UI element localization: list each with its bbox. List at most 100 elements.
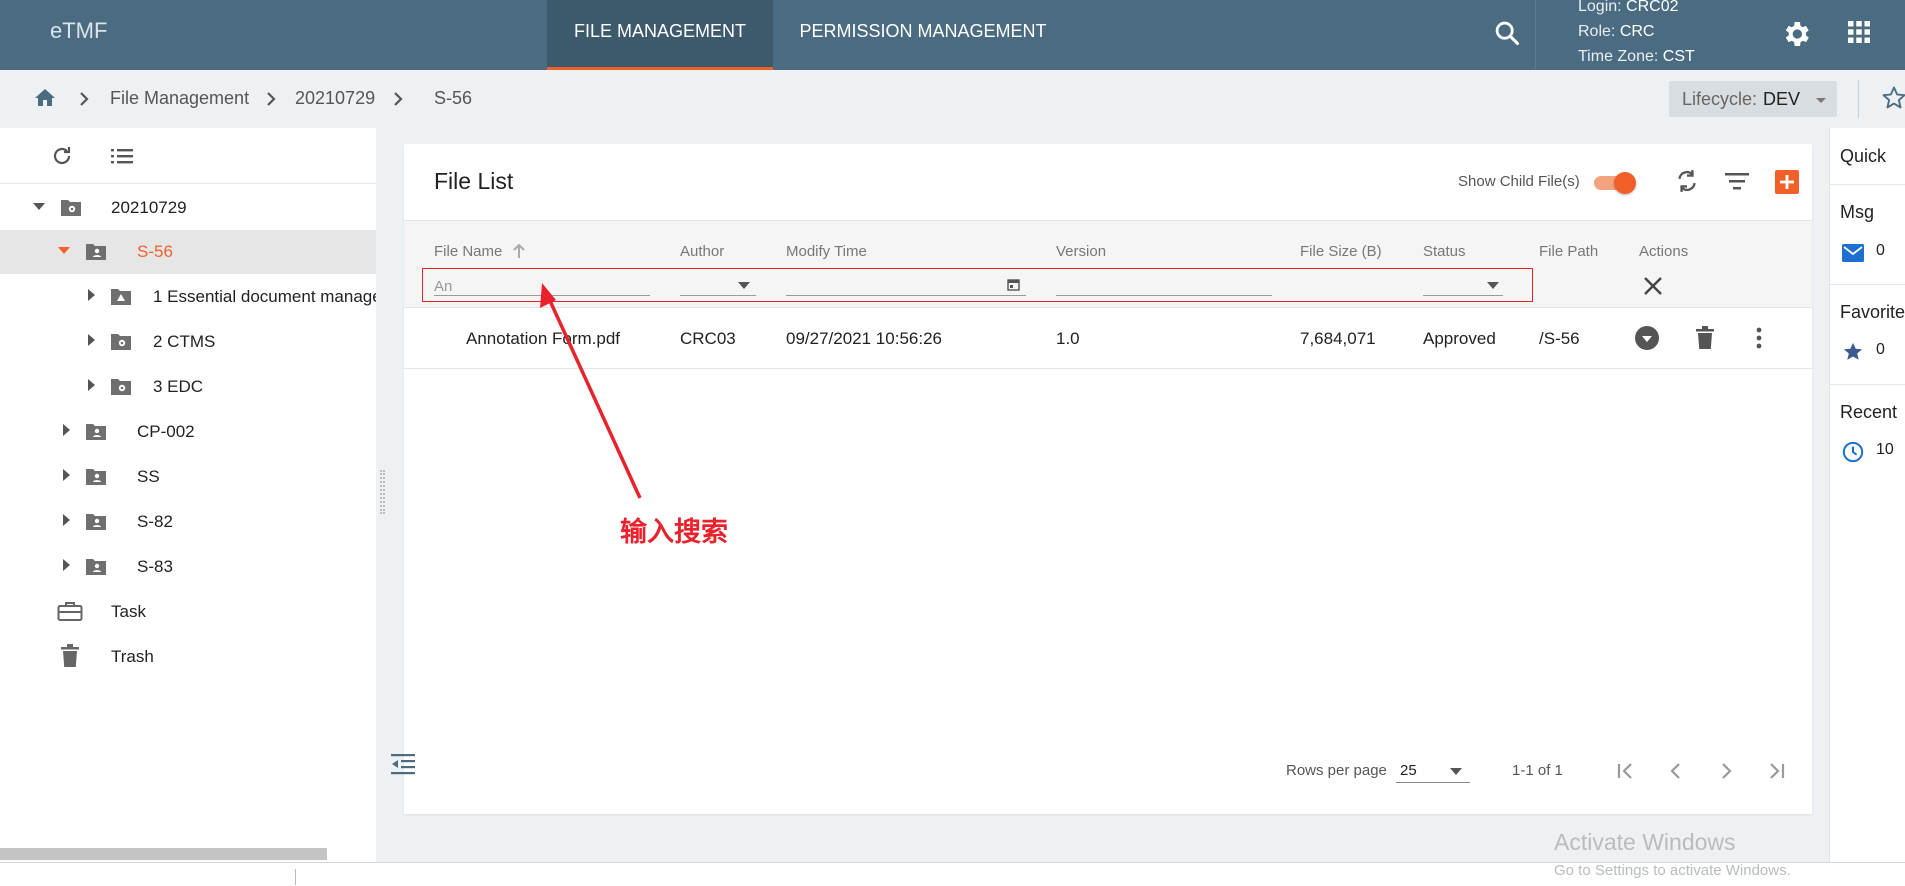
column-header-file-name[interactable]: File Name (434, 243, 525, 260)
folder-gear-icon (110, 331, 132, 351)
first-page-icon[interactable] (1614, 759, 1638, 783)
role-label: Role: (1578, 23, 1616, 40)
folder-person-icon (85, 466, 107, 486)
tree-item-trash[interactable]: Trash (0, 635, 376, 679)
caret-down-icon[interactable] (738, 282, 750, 289)
tree-item-label: SS (137, 467, 160, 486)
briefcase-icon (57, 600, 83, 622)
tree-item-edc[interactable]: 3 EDC (0, 365, 376, 409)
tree-item-task[interactable]: Task (0, 590, 376, 634)
caret-right-icon[interactable] (61, 423, 71, 437)
column-header-version[interactable]: Version (1056, 243, 1106, 260)
caret-right-icon[interactable] (61, 558, 71, 572)
breadcrumb-item-s-56[interactable]: S-56 (434, 88, 472, 109)
tree-item-ss[interactable]: SS (0, 455, 376, 499)
tree-item-s-83[interactable]: S-83 (0, 545, 376, 589)
timezone-value: CST (1662, 48, 1695, 65)
rows-per-page-select[interactable]: 25 (1396, 759, 1470, 783)
horizontal-scrollbar[interactable] (0, 848, 327, 860)
cell-status: Approved (1423, 329, 1496, 348)
caret-right-icon[interactable] (86, 333, 96, 347)
caret-down-icon (1815, 97, 1827, 104)
version-filter-input[interactable] (1056, 295, 1272, 296)
show-child-files-toggle[interactable] (1594, 172, 1638, 194)
breadcrumb-item-20210729[interactable]: 20210729 (295, 88, 375, 109)
mail-icon[interactable] (1842, 244, 1864, 262)
apps-grid-icon[interactable] (1847, 20, 1871, 44)
star-outline-icon[interactable] (1880, 84, 1905, 112)
tree-item-ctms[interactable]: 2 CTMS (0, 320, 376, 364)
filter-icon[interactable] (1724, 171, 1750, 191)
tree-item-s-56[interactable]: S-56 (0, 230, 376, 274)
more-vertical-icon[interactable] (1756, 327, 1762, 349)
activate-windows-title: Activate Windows (1554, 829, 1736, 855)
tab-permission-management[interactable]: PERMISSION MANAGEMENT (773, 0, 1073, 70)
cell-version: 1.0 (1056, 329, 1080, 348)
lifecycle-select[interactable]: Lifecycle: DEV (1669, 81, 1837, 117)
breadcrumb-item-file-management[interactable]: File Management (110, 88, 249, 109)
page-range: 1-1 of 1 (1512, 762, 1563, 779)
column-header-modify-time[interactable]: Modify Time (786, 243, 867, 260)
tree-item-s-82[interactable]: S-82 (0, 500, 376, 544)
refresh-icon[interactable] (50, 144, 74, 168)
tree-item-label: 1 Essential document manage (153, 287, 382, 306)
caret-right-icon[interactable] (61, 468, 71, 482)
gear-icon[interactable] (1780, 18, 1812, 50)
modify-time-filter-input[interactable] (786, 295, 1026, 296)
cell-author: CRC03 (680, 329, 736, 348)
cell-file-size: 7,684,071 (1300, 329, 1376, 348)
home-icon[interactable] (33, 86, 57, 110)
calendar-icon[interactable] (1007, 278, 1020, 291)
divider (295, 869, 296, 885)
collapse-panel-icon[interactable] (390, 752, 416, 776)
tree-toolbar (0, 128, 376, 184)
caret-right-icon[interactable] (61, 513, 71, 527)
column-header-actions: Actions (1639, 243, 1689, 260)
column-header-status[interactable]: Status (1423, 243, 1466, 260)
chevron-right-icon (264, 90, 278, 108)
splitter-grip-icon[interactable] (380, 470, 385, 514)
tree-item-label: 20210729 (111, 198, 187, 217)
file-name-filter-input[interactable]: An (434, 278, 452, 295)
recent-label: Recent (1840, 402, 1898, 422)
column-header-author[interactable]: Author (680, 243, 724, 260)
sync-icon[interactable] (1674, 168, 1700, 194)
arrow-up-icon[interactable] (512, 244, 525, 258)
caret-down-icon[interactable] (57, 245, 71, 255)
status-filter-select[interactable] (1423, 295, 1503, 296)
tree-item-essential-document[interactable]: 1 Essential document manage (0, 275, 382, 319)
tree-item-20210729[interactable]: 20210729 (0, 186, 376, 230)
caret-down-icon[interactable] (1487, 282, 1499, 289)
pagination: Rows per page 25 1-1 of 1 (404, 754, 1812, 794)
quick-title: Quick (1840, 146, 1887, 166)
download-icon[interactable] (1634, 325, 1660, 351)
tab-file-management-label: FILE MANAGEMENT (573, 21, 747, 41)
caret-down-icon[interactable] (32, 201, 46, 211)
page-title: File List (434, 168, 514, 194)
list-view-icon[interactable] (110, 146, 134, 166)
tree-item-label: S-82 (137, 512, 173, 531)
clock-icon[interactable] (1842, 441, 1864, 463)
column-header-file-size[interactable]: File Size (B) (1300, 243, 1382, 260)
caret-right-icon[interactable] (86, 378, 96, 392)
tree-item-cp-002[interactable]: CP-002 (0, 410, 376, 454)
last-page-icon[interactable] (1764, 759, 1788, 783)
lifecycle-label: Lifecycle: (1682, 89, 1758, 109)
previous-page-icon[interactable] (1664, 759, 1688, 783)
search-icon[interactable] (1493, 19, 1521, 47)
star-filled-icon[interactable] (1842, 341, 1864, 363)
app-logo[interactable]: eTMF (50, 18, 107, 44)
delete-icon[interactable] (1696, 326, 1714, 350)
next-page-icon[interactable] (1714, 759, 1738, 783)
tab-file-management[interactable]: FILE MANAGEMENT (547, 0, 773, 70)
add-file-button[interactable] (1775, 170, 1799, 194)
author-filter-select[interactable] (680, 295, 756, 296)
show-child-files-label: Show Child File(s) (1458, 173, 1580, 190)
login-line: Login: CRC02 (1578, 0, 1735, 19)
caret-right-icon[interactable] (86, 288, 96, 302)
chevron-right-icon (391, 90, 405, 108)
column-header-file-path[interactable]: File Path (1539, 243, 1598, 260)
folder-tree-panel: 20210729 S-56 1 Essential document manag… (0, 128, 382, 862)
role-line: Role: CRC (1578, 19, 1735, 44)
clear-filter-icon[interactable] (1642, 275, 1664, 297)
